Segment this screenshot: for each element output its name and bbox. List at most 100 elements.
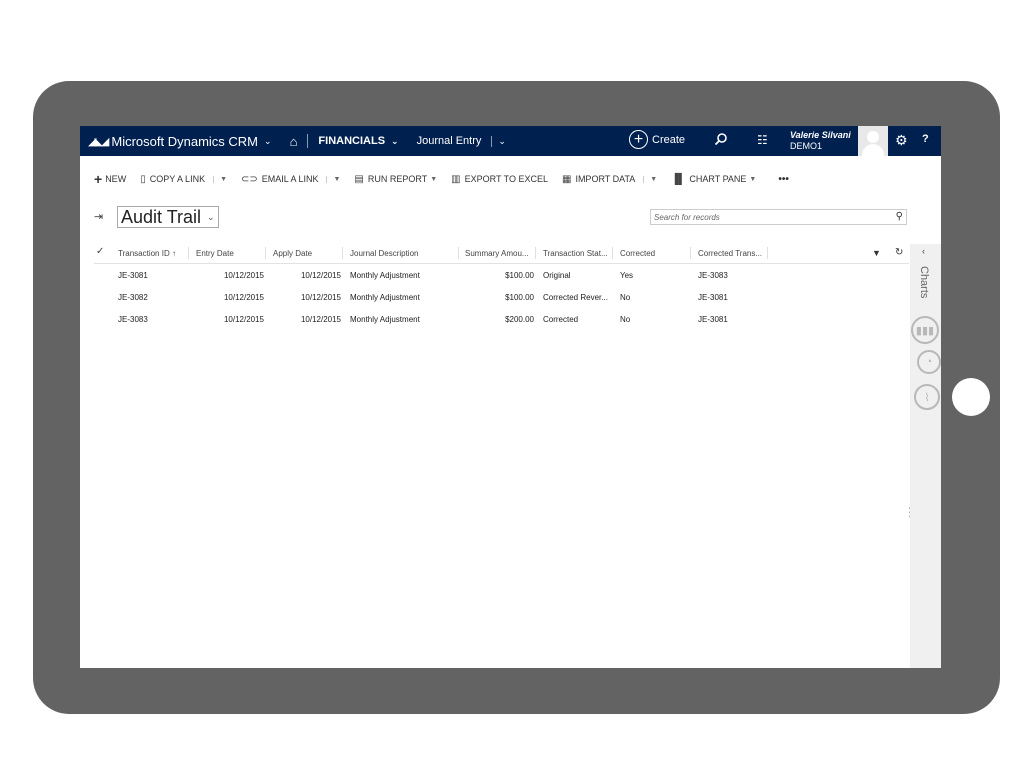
cell-transaction-status: Original xyxy=(543,271,571,280)
excel-icon: ▥ xyxy=(451,173,461,185)
column-divider[interactable] xyxy=(265,247,266,259)
filter-icon[interactable]: ▼ xyxy=(872,248,881,258)
search-placeholder: Search for records xyxy=(654,213,720,222)
command-bar: + NEW ▯ COPY A LINK ▼ ⊂⊃ EMAIL A LINK ▼ … xyxy=(94,170,803,188)
column-header-transaction-id[interactable]: Transaction ID ↑ xyxy=(118,249,188,258)
table-row[interactable]: JE-3083 10/12/2015 10/12/2015 Monthly Ad… xyxy=(94,309,909,331)
run-report-button[interactable]: ▤ RUN REPORT ▼ xyxy=(354,174,437,185)
chevron-down-icon: ⌄ xyxy=(264,135,272,146)
chevron-down-icon[interactable]: ▼ xyxy=(326,175,340,183)
import-data-button[interactable]: ▦ IMPORT DATA ▼ xyxy=(562,174,657,185)
charts-pane-label: Charts xyxy=(918,266,930,299)
copy-link-label: COPY A LINK xyxy=(149,174,206,184)
search-icon[interactable] xyxy=(714,132,728,146)
more-commands-button[interactable]: ••• xyxy=(778,174,789,185)
nav-divider xyxy=(307,134,309,148)
chevron-left-icon[interactable]: ‹ xyxy=(922,246,925,256)
link-icon: ⊂⊃ xyxy=(241,173,258,185)
avatar-body xyxy=(862,144,884,156)
column-header-summary-amount[interactable]: Summary Amou... xyxy=(465,249,535,258)
cell-journal-description: Monthly Adjustment xyxy=(350,271,420,280)
plus-icon: + xyxy=(94,171,103,187)
cell-summary-amount: $100.00 xyxy=(505,271,534,280)
import-data-label: IMPORT DATA xyxy=(575,174,636,184)
report-icon: ▤ xyxy=(354,173,364,185)
home-icon[interactable]: ⌂ xyxy=(290,134,298,149)
select-all-checkbox[interactable]: ✓ xyxy=(96,246,104,257)
pie-chart-icon[interactable]: ◔ xyxy=(917,350,941,374)
user-info[interactable]: Valerie Silvani DEMO1 xyxy=(790,130,851,152)
bar-chart-icon: ▐▌ xyxy=(671,173,686,185)
email-link-button[interactable]: ⊂⊃ EMAIL A LINK ▼ xyxy=(241,174,340,185)
cell-entry-date: 10/12/2015 xyxy=(223,293,264,302)
chart-pane-button[interactable]: ▐▌ CHART PANE ▼ xyxy=(671,174,756,185)
bar-chart-icon[interactable]: ▮▮▮ xyxy=(911,316,939,344)
column-header-transaction-status[interactable]: Transaction Stat... xyxy=(543,249,613,258)
avatar-head xyxy=(867,131,879,143)
app-name: Microsoft Dynamics CRM xyxy=(111,133,259,149)
cell-entry-date: 10/12/2015 xyxy=(223,315,264,324)
user-name: Valerie Silvani xyxy=(790,130,851,140)
app-menu[interactable]: ◢◣◢ Microsoft Dynamics CRM ⌄ xyxy=(80,126,272,156)
create-button[interactable]: + Create xyxy=(629,130,685,149)
refresh-icon[interactable]: ↻ xyxy=(895,247,903,258)
cell-corrected-transaction[interactable]: JE-3081 xyxy=(698,293,728,302)
cell-transaction-id[interactable]: JE-3081 xyxy=(118,271,148,280)
column-header-corrected-transaction[interactable]: Corrected Trans... xyxy=(698,249,768,258)
chevron-down-icon[interactable]: ▼ xyxy=(213,175,227,183)
avatar[interactable] xyxy=(858,126,888,156)
copy-link-button[interactable]: ▯ COPY A LINK ▼ xyxy=(140,174,227,185)
crm-screen: ◢◣◢ Microsoft Dynamics CRM ⌄ ⌂ FINANCIAL… xyxy=(80,126,941,668)
new-button[interactable]: + NEW xyxy=(94,171,126,187)
cell-corrected: Yes xyxy=(620,271,634,280)
cell-corrected-transaction[interactable]: JE-3083 xyxy=(698,271,728,280)
column-header-journal-description[interactable]: Journal Description xyxy=(350,249,455,258)
column-divider[interactable] xyxy=(458,247,459,259)
cell-corrected: No xyxy=(620,315,631,324)
nav-area-label: FINANCIALS xyxy=(318,135,386,147)
pin-icon[interactable]: ⇥ xyxy=(94,210,103,223)
nav-entity-menu[interactable]: Journal Entry ⌄ xyxy=(417,135,506,147)
cell-transaction-status: Corrected xyxy=(543,315,579,324)
create-label: Create xyxy=(652,133,686,146)
column-header-apply-date[interactable]: Apply Date xyxy=(273,249,343,258)
column-divider[interactable] xyxy=(690,247,691,259)
search-icon[interactable]: ⚲ xyxy=(896,211,903,222)
cell-corrected: No xyxy=(620,293,631,302)
column-divider[interactable] xyxy=(612,247,613,259)
view-title: Audit Trail xyxy=(121,206,202,227)
dynamics-logo-icon: ◢◣◢ xyxy=(88,135,109,148)
advanced-find-icon[interactable]: ☷ xyxy=(757,133,768,147)
column-divider[interactable] xyxy=(535,247,536,259)
run-report-label: RUN REPORT xyxy=(367,174,428,184)
gear-icon[interactable]: ⚙ xyxy=(895,132,908,149)
column-header-entry-date[interactable]: Entry Date xyxy=(196,249,266,258)
column-header-corrected[interactable]: Corrected xyxy=(620,249,690,258)
table-row[interactable]: JE-3081 10/12/2015 10/12/2015 Monthly Ad… xyxy=(94,265,909,287)
cell-transaction-id[interactable]: JE-3083 xyxy=(118,315,148,324)
column-divider[interactable] xyxy=(342,247,343,259)
nav-area-menu[interactable]: FINANCIALS ⌄ xyxy=(318,135,398,147)
document-icon: ▯ xyxy=(140,173,146,185)
export-excel-button[interactable]: ▥ EXPORT TO EXCEL xyxy=(451,174,548,185)
view-selector[interactable]: Audit Trail ⌄ xyxy=(117,206,219,228)
tablet-home-button[interactable] xyxy=(952,378,990,416)
import-icon: ▦ xyxy=(561,173,572,185)
email-link-label: EMAIL A LINK xyxy=(261,174,319,184)
column-divider[interactable] xyxy=(188,247,189,259)
chevron-down-icon: ⌄ xyxy=(207,211,215,222)
table-row[interactable]: JE-3082 10/12/2015 10/12/2015 Monthly Ad… xyxy=(94,287,909,309)
chevron-down-icon[interactable]: ▼ xyxy=(643,175,657,183)
chevron-down-icon: ⌄ xyxy=(491,135,506,147)
search-input[interactable]: Search for records ⚲ xyxy=(650,209,907,225)
cell-transaction-id[interactable]: JE-3082 xyxy=(118,293,148,302)
cell-journal-description: Monthly Adjustment xyxy=(350,293,420,302)
help-button[interactable]: ? xyxy=(922,133,929,145)
cell-entry-date: 10/12/2015 xyxy=(223,271,264,280)
cell-corrected-transaction[interactable]: JE-3081 xyxy=(698,315,728,324)
export-excel-label: EXPORT TO EXCEL xyxy=(464,174,548,184)
nav-entity-label: Journal Entry xyxy=(416,135,482,147)
column-divider[interactable] xyxy=(767,247,768,259)
nav-bar: ◢◣◢ Microsoft Dynamics CRM ⌄ ⌂ FINANCIAL… xyxy=(80,126,941,156)
line-chart-icon[interactable]: ⌇ xyxy=(914,384,940,410)
